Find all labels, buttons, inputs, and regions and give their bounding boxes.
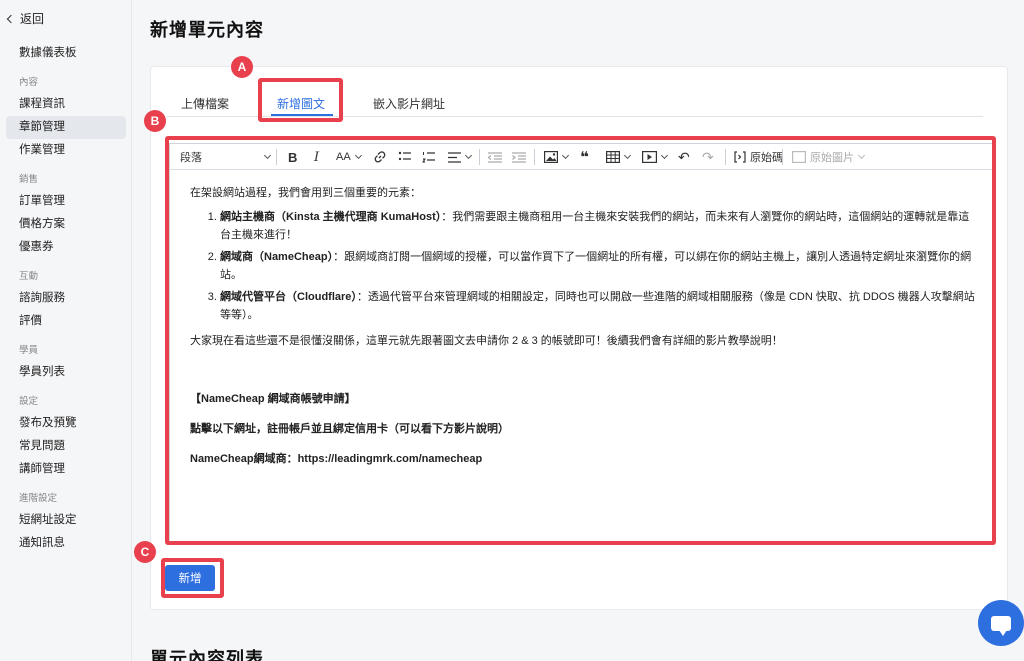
italic-icon[interactable]: I	[314, 144, 319, 170]
media-embed-icon[interactable]	[642, 144, 669, 170]
editor-toolbar: 段落 B I AA ❝ ↶ ↷ 原始碼 原始圖片	[170, 144, 992, 170]
content-type-tabs: 上傳檔案 新增圖文 嵌入影片網址	[167, 81, 983, 117]
chat-support-button[interactable]	[978, 600, 1024, 646]
sidebar-group-sales: 銷售	[19, 174, 39, 185]
chevron-left-icon	[6, 14, 16, 23]
sidebar-group-advanced: 進階設定	[19, 493, 58, 504]
namecheap-link-line: NameCheap網域商：https://leadingmrk.com/name…	[190, 453, 483, 465]
toolbar-divider	[725, 149, 726, 165]
sidebar-item-reviews[interactable]: 評價	[6, 310, 126, 333]
sidebar-group-settings: 設定	[19, 396, 39, 407]
sidebar: 返回 數據儀表板 內容 課程資訊 章節管理 作業管理 銷售 訂單管理 價格方案 …	[0, 0, 132, 661]
sidebar-item-consulting[interactable]: 諮詢服務	[6, 287, 126, 310]
annotation-badge-c: C	[134, 541, 156, 563]
source-code-label: 原始碼	[750, 152, 783, 164]
sidebar-item-orders[interactable]: 訂單管理	[6, 190, 126, 213]
sidebar-group-interaction: 互動	[19, 271, 39, 282]
outdent-icon[interactable]	[488, 144, 502, 170]
sidebar-item-pricing[interactable]: 價格方案	[6, 213, 126, 236]
active-tab-indicator	[271, 114, 333, 116]
chevron-down-icon	[263, 151, 272, 160]
sidebar-group-content: 內容	[19, 77, 39, 88]
paragraph-format-select[interactable]: 段落	[180, 144, 272, 170]
toolbar-divider	[479, 149, 480, 165]
tab-embed-video-url[interactable]: 嵌入影片網址	[373, 95, 445, 112]
back-link[interactable]: 返回	[6, 10, 45, 27]
table-icon[interactable]	[606, 144, 632, 170]
blockquote-icon[interactable]: ❝	[580, 144, 589, 170]
toolbar-divider	[782, 149, 783, 165]
add-button[interactable]: 新增	[165, 565, 215, 591]
toolbar-divider	[276, 149, 277, 165]
redo-icon[interactable]: ↷	[702, 144, 714, 170]
source-image-button[interactable]: 原始圖片	[792, 144, 866, 170]
source-code-button[interactable]: 原始碼	[733, 144, 783, 170]
bulleted-list-icon[interactable]	[398, 144, 412, 170]
list-item-text: ：跟網域商訂閱一個網域的授權，可以當作買下了一個網址的所有權，可以綁在你的網站主…	[220, 251, 972, 281]
tab-add-text-image[interactable]: 新增圖文	[277, 95, 325, 112]
sidebar-nav: 數據儀表板 內容 課程資訊 章節管理 作業管理 銷售 訂單管理 價格方案 優惠券…	[0, 42, 132, 555]
main-content: 新增單元內容 上傳檔案 新增圖文 嵌入影片網址 段落 B I AA ❝ ↶ ↷ …	[132, 0, 1024, 661]
paragraph-format-label: 段落	[180, 152, 202, 164]
instruction-paragraph: 點擊以下網址，註冊帳戶並且綁定信用卡（可以看下方影片說明）	[190, 423, 509, 435]
editor-content[interactable]: 在架設網站過程，我們會用到三個重要的元素： 網站主機商（Kinsta 主機代理商…	[190, 184, 980, 468]
sidebar-item-faq[interactable]: 常見問題	[6, 435, 126, 458]
chat-icon	[991, 615, 1011, 636]
list-item-strong: 網站主機商（Kinsta 主機代理商 KumaHost）	[220, 211, 442, 223]
sidebar-item-course-info[interactable]: 課程資訊	[6, 93, 126, 116]
annotation-badge-b: B	[144, 110, 166, 132]
image-icon[interactable]	[544, 144, 570, 170]
outro-paragraph: 大家現在看這些還不是很懂沒關係，這單元就先跟著圖文去申請你 2 & 3 的帳號即…	[190, 335, 783, 347]
back-label: 返回	[20, 12, 45, 26]
indent-icon[interactable]	[512, 144, 526, 170]
undo-icon[interactable]: ↶	[678, 144, 690, 170]
bold-icon[interactable]: B	[288, 144, 297, 170]
numbered-list-icon[interactable]	[422, 144, 436, 170]
sidebar-item-coupons[interactable]: 優惠券	[6, 236, 126, 259]
source-image-label: 原始圖片	[810, 152, 854, 164]
sidebar-group-students: 學員	[19, 345, 39, 356]
list-item: 網域商（NameCheap）：跟網域商訂閱一個網域的授權，可以當作買下了一個網址…	[220, 248, 980, 284]
link-icon[interactable]	[373, 144, 387, 170]
list-item-strong: 網域代管平台（Cloudflare）	[220, 291, 357, 303]
page-title: 新增單元內容	[150, 20, 264, 40]
sidebar-item-publish-preview[interactable]: 發布及預覽	[6, 412, 126, 435]
elements-list: 網站主機商（Kinsta 主機代理商 KumaHost）：我們需要跟主機商租用一…	[190, 208, 980, 324]
tab-upload-file[interactable]: 上傳檔案	[181, 95, 229, 112]
unit-content-card: 上傳檔案 新增圖文 嵌入影片網址 段落 B I AA ❝ ↶ ↷ 原始碼 原始圖…	[150, 66, 1008, 610]
namecheap-heading: 【NameCheap 網域商帳號申請】	[190, 393, 356, 405]
list-item-strong: 網域商（NameCheap）	[220, 251, 334, 263]
sidebar-item-assignments[interactable]: 作業管理	[6, 139, 126, 162]
sidebar-item-student-list[interactable]: 學員列表	[6, 361, 126, 384]
sidebar-item-instructors[interactable]: 講師管理	[6, 458, 126, 481]
list-item: 網域代管平台（Cloudflare）：透過代管平台來管理網域的相關設定，同時也可…	[220, 288, 980, 324]
sidebar-item-notifications[interactable]: 通知訊息	[6, 532, 126, 555]
toolbar-divider	[534, 149, 535, 165]
list-item: 網站主機商（Kinsta 主機代理商 KumaHost）：我們需要跟主機商租用一…	[220, 208, 980, 244]
font-size-icon[interactable]: AA	[336, 144, 362, 170]
annotation-badge-a: A	[231, 56, 253, 78]
sidebar-item-dashboard[interactable]: 數據儀表板	[6, 42, 126, 65]
sidebar-item-chapter-management[interactable]: 章節管理	[6, 116, 126, 139]
align-icon[interactable]	[448, 144, 473, 170]
intro-paragraph: 在架設網站過程，我們會用到三個重要的元素：	[190, 187, 421, 199]
unit-content-list-title: 單元內容列表	[150, 649, 264, 661]
sidebar-item-short-url[interactable]: 短網址設定	[6, 509, 126, 532]
rich-text-editor: 段落 B I AA ❝ ↶ ↷ 原始碼 原始圖片 在架設網站過程，我們會用到三個…	[169, 143, 993, 543]
